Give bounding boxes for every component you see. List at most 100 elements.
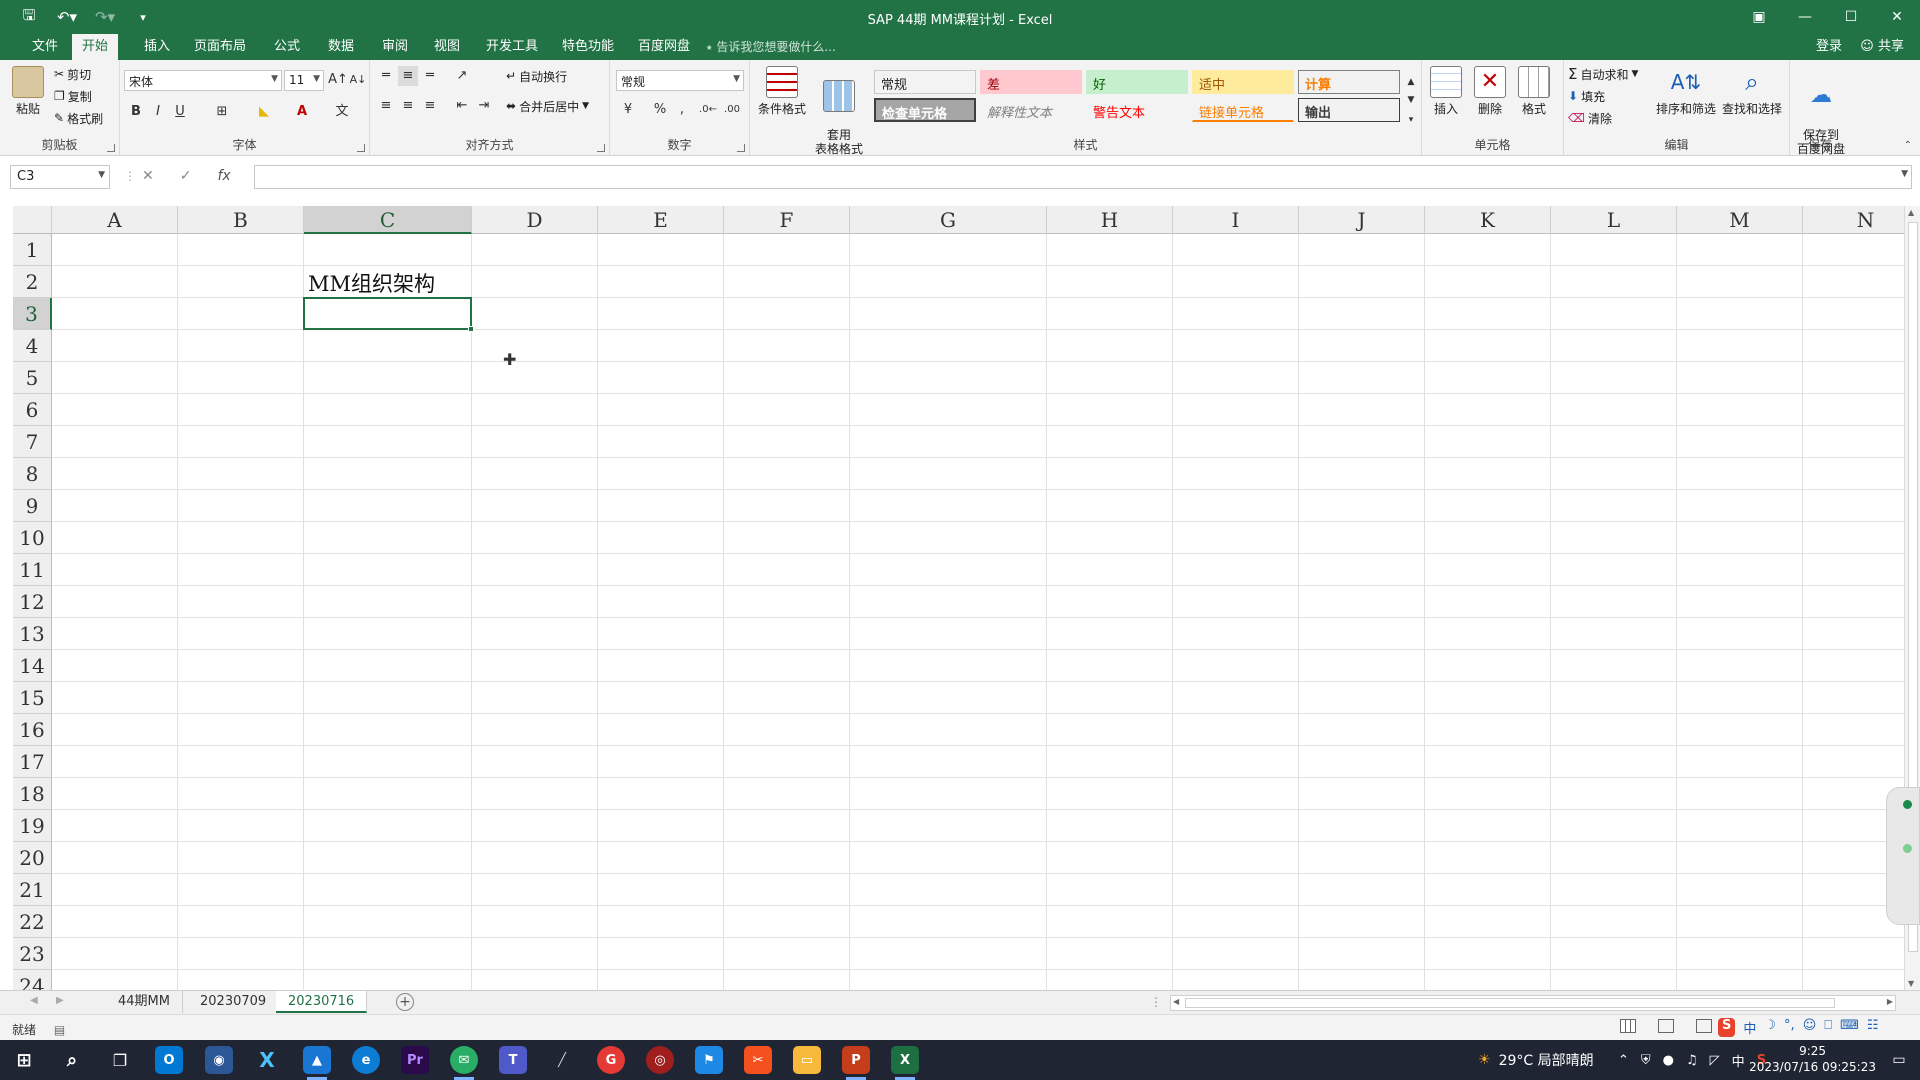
style-neutral[interactable]: 适中	[1192, 70, 1294, 94]
border-icon[interactable]: ⊞	[212, 102, 232, 122]
style-normal[interactable]: 常规	[874, 70, 976, 94]
column-header-i[interactable]: I	[1173, 206, 1299, 234]
style-linked-cell[interactable]: 链接单元格	[1192, 98, 1294, 122]
tab-split-grip-icon[interactable]: ⋮	[1150, 995, 1162, 1009]
decrease-indent-icon[interactable]: ⇤	[452, 96, 472, 116]
weather-widget[interactable]: ☀ 29°C 局部晴朗	[1478, 1040, 1594, 1080]
normal-view-icon[interactable]	[1620, 1019, 1636, 1033]
row-header[interactable]: 16	[13, 714, 52, 746]
macro-record-icon[interactable]: ▤	[54, 1023, 65, 1037]
notification-icon[interactable]: ▭	[1884, 1040, 1914, 1080]
next-sheet-icon[interactable]: ▶	[56, 995, 64, 1006]
sort-filter-button[interactable]: A⇅ 排序和筛选	[1654, 66, 1718, 117]
align-right-icon[interactable]: ≡	[420, 96, 440, 116]
excel-icon[interactable]: X	[891, 1046, 919, 1080]
row-header[interactable]: 15	[13, 682, 52, 714]
align-center-icon[interactable]: ≡	[398, 96, 418, 116]
horizontal-scrollbar[interactable]: ◀ ▶	[1170, 995, 1896, 1011]
increase-decimal-icon[interactable]: .0←	[698, 100, 718, 120]
volume-icon[interactable]: ♫	[1686, 1053, 1698, 1068]
fill-handle[interactable]	[468, 326, 474, 332]
row-header[interactable]: 7	[13, 426, 52, 458]
column-header-d[interactable]: D	[472, 206, 598, 234]
style-warning[interactable]: 警告文本	[1086, 98, 1188, 122]
increase-indent-icon[interactable]: ⇥	[474, 96, 494, 116]
copy-button[interactable]: ❐ 复制	[54, 86, 92, 106]
tab-developer[interactable]: 开发工具	[476, 34, 548, 60]
row-header[interactable]: 1	[13, 234, 52, 266]
side-floating-widget[interactable]	[1886, 787, 1920, 925]
pen-app-icon[interactable]: ╱	[548, 1046, 576, 1074]
conditional-format-button[interactable]: 条件格式	[754, 66, 810, 117]
sheet-tab-active[interactable]: 20230716	[276, 991, 368, 1013]
sap-logon-icon[interactable]: ⚑	[695, 1046, 723, 1074]
expand-formula-bar-icon[interactable]: ▼	[1901, 169, 1908, 179]
row-header[interactable]: 6	[13, 394, 52, 426]
font-color-icon[interactable]: A	[292, 102, 312, 122]
vpn-app-icon[interactable]: ◉	[205, 1046, 233, 1074]
horizontal-scroll-thumb[interactable]	[1185, 998, 1835, 1008]
column-header-j[interactable]: J	[1299, 206, 1425, 234]
style-check-cell[interactable]: 检查单元格	[874, 98, 976, 122]
page-layout-view-icon[interactable]	[1658, 1019, 1674, 1033]
collapse-ribbon-icon[interactable]: ⌃	[1904, 140, 1912, 151]
row-header[interactable]: 5	[13, 362, 52, 394]
outlook-icon[interactable]: O	[155, 1046, 183, 1074]
font-size-select[interactable]: 11 ▼	[284, 70, 324, 91]
row-header[interactable]: 13	[13, 618, 52, 650]
scroll-left-icon[interactable]: ◀	[1173, 997, 1179, 1006]
cancel-icon[interactable]: ✕	[142, 168, 154, 184]
cut-button[interactable]: ✂ 剪切	[54, 64, 91, 84]
decrease-font-icon[interactable]: A↓	[348, 70, 368, 90]
column-header-k[interactable]: K	[1425, 206, 1551, 234]
premiere-icon[interactable]: Pr	[401, 1046, 429, 1074]
row-header[interactable]: 12	[13, 586, 52, 618]
tab-data[interactable]: 数据	[318, 34, 364, 60]
row-header[interactable]: 3	[13, 298, 52, 330]
decrease-decimal-icon[interactable]: .00	[722, 100, 742, 120]
tell-me-search[interactable]: ⭑ 告诉我您想要做什么...	[706, 34, 836, 60]
column-header-e[interactable]: E	[598, 206, 724, 234]
underline-icon[interactable]: U	[170, 102, 190, 122]
styles-more-icon[interactable]: ▾	[1404, 110, 1418, 130]
delete-cells-button[interactable]: ✕ 删除	[1470, 66, 1510, 117]
wechat-tray-icon[interactable]: ●	[1663, 1053, 1674, 1068]
tab-formulas[interactable]: 公式	[264, 34, 310, 60]
row-header[interactable]: 14	[13, 650, 52, 682]
styles-scroll-down-icon[interactable]: ▼	[1404, 90, 1418, 110]
styles-scroll-up-icon[interactable]: ▲	[1404, 72, 1418, 92]
bold-icon[interactable]: B	[126, 102, 146, 122]
align-top-icon[interactable]: ═	[376, 66, 396, 86]
maximize-button[interactable]: ☐	[1828, 0, 1874, 34]
worksheet-grid[interactable]: A B C D E F G H I J K L M N 1 2 3 4 5 6 7 8 9 10 11 12 13 14 15 16 17 1…	[0, 206, 1904, 990]
number-format-select[interactable]: 常规 ▼	[616, 70, 744, 91]
page-break-view-icon[interactable]	[1696, 1019, 1712, 1033]
scroll-down-icon[interactable]: ▼	[1908, 979, 1914, 988]
row-header[interactable]: 23	[13, 938, 52, 970]
name-box[interactable]: C3 ▼	[10, 165, 110, 189]
select-all-button[interactable]	[13, 206, 52, 234]
align-bottom-icon[interactable]: ═	[420, 66, 440, 86]
tab-special[interactable]: 特色功能	[552, 34, 624, 60]
row-header[interactable]: 20	[13, 842, 52, 874]
tab-file[interactable]: 文件	[22, 34, 68, 60]
increase-font-icon[interactable]: A↑	[328, 70, 348, 90]
column-header-l[interactable]: L	[1551, 206, 1677, 234]
add-sheet-icon[interactable]: +	[396, 993, 414, 1011]
row-header[interactable]: 24	[13, 970, 52, 990]
row-header[interactable]: 10	[13, 522, 52, 554]
number-launcher[interactable]	[737, 144, 745, 152]
fill-color-icon[interactable]: ◣	[254, 102, 274, 122]
percent-icon[interactable]: %	[650, 100, 670, 120]
column-header-b[interactable]: B	[178, 206, 304, 234]
font-launcher[interactable]	[357, 144, 365, 152]
tab-baidu[interactable]: 百度网盘	[628, 34, 700, 60]
clipboard-launcher[interactable]	[107, 144, 115, 152]
shield-icon[interactable]: ⛨	[1641, 1053, 1651, 1068]
font-name-select[interactable]: 宋体 ▼	[124, 70, 282, 91]
login-link[interactable]: 登录	[1816, 34, 1842, 60]
powerpoint-icon[interactable]: P	[842, 1046, 870, 1080]
ime-tray-label[interactable]: 中	[1732, 1051, 1745, 1070]
wrap-text-button[interactable]: ↵ 自动换行	[506, 66, 567, 86]
row-header[interactable]: 4	[13, 330, 52, 362]
